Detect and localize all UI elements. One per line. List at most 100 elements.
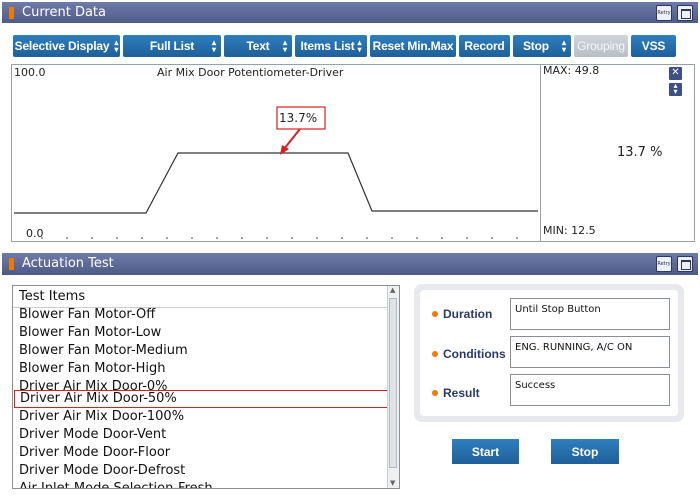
expand-icon[interactable]: ▴ ▾ (669, 82, 682, 96)
grouping-label: Grouping (577, 39, 625, 53)
test-items-list: Test Items Blower Fan Motor-Off Blower F… (12, 285, 400, 489)
test-details-inner: Duration Until Stop Button Conditions EN… (420, 290, 678, 416)
retry-icon[interactable]: Retry (656, 5, 672, 21)
test-details-panel: Duration Until Stop Button Conditions EN… (414, 284, 684, 422)
maximize-icon[interactable] (677, 256, 693, 272)
bullet-dot-icon (432, 390, 438, 396)
stop-data-button[interactable]: Stop ▴ ▾ (513, 35, 571, 57)
list-header: Test Items (19, 289, 86, 304)
retry-icon-label: Retry (657, 10, 671, 16)
spinner-arrows-icon: ▴ ▾ (561, 38, 566, 54)
current-value: 13.7 % (617, 145, 663, 160)
actuation-test-title: Actuation Test (22, 256, 114, 271)
x-tick (66, 237, 68, 239)
list-item[interactable]: Driver Mode Door-Defrost (19, 462, 185, 480)
result-value: Success (510, 374, 670, 406)
conditions-label: Conditions (432, 347, 506, 361)
record-button[interactable]: Record (459, 35, 510, 57)
x-tick (116, 237, 118, 239)
x-tick (291, 237, 293, 239)
x-tick (516, 237, 518, 239)
reset-min-max-button[interactable]: Reset Min.Max (370, 35, 456, 57)
scroll-thumb[interactable] (389, 298, 397, 468)
x-tick (241, 237, 243, 239)
callout-value: 13.7% (279, 111, 318, 125)
x-axis-ticks (41, 237, 518, 239)
reset-min-max-label: Reset Min.Max (372, 39, 454, 53)
conditions-value: ENG. RUNNING, A/C ON (510, 336, 670, 368)
data-graph-panel: 13.7% 100.0 Air Mix Door Potentiometer-D… (11, 64, 695, 242)
items-list-label: Items List (300, 39, 355, 53)
full-list-button[interactable]: Full List ▴ ▾ (123, 35, 221, 57)
list-item[interactable]: Driver Mode Door-Vent (19, 426, 166, 444)
text-label: Text (246, 39, 270, 53)
section-marker-icon (9, 7, 14, 19)
retry-icon[interactable]: Retry (656, 256, 672, 272)
spinner-arrows-icon: ▴ ▾ (114, 38, 119, 54)
x-tick (266, 237, 268, 239)
signal-graph (14, 106, 538, 239)
y-max-label: 100.0 (14, 66, 46, 79)
x-tick (166, 237, 168, 239)
result-label: Result (432, 386, 480, 400)
x-tick (416, 237, 418, 239)
duration-value: Until Stop Button (510, 298, 670, 330)
x-tick (216, 237, 218, 239)
current-data-titlebar: Current Data Retry (2, 2, 698, 24)
current-data-toolbar: Selective Display ▴ ▾ Full List ▴ ▾ Text ▴… (2, 23, 698, 63)
x-tick (366, 237, 368, 239)
text-button[interactable]: Text ▴ ▾ (224, 35, 292, 57)
list-item[interactable]: Blower Fan Motor-Low (19, 324, 161, 342)
vss-label: VSS (641, 39, 666, 53)
close-icon[interactable]: ✕ (669, 67, 682, 80)
list-item[interactable]: Blower Fan Motor-Off (19, 306, 155, 324)
grouping-button[interactable]: Grouping (574, 35, 628, 57)
duration-label-text: Duration (443, 307, 493, 321)
list-item-selected[interactable]: Driver Air Mix Door-50% (14, 390, 389, 408)
spinner-arrows-icon: ▴ ▾ (357, 38, 362, 54)
current-data-title: Current Data (22, 5, 106, 20)
x-tick (316, 237, 318, 239)
bullet-dot-icon (432, 351, 438, 357)
list-item[interactable]: Driver Air Mix Door-100% (19, 408, 184, 426)
record-label: Record (464, 39, 505, 53)
stop-data-label: Stop (523, 39, 549, 53)
y-min-label: 0.0 (26, 227, 44, 240)
graph-divider (540, 65, 541, 241)
maximize-icon[interactable] (677, 5, 693, 21)
conditions-label-text: Conditions (443, 347, 506, 361)
spinner-arrows-icon: ▴ ▾ (282, 38, 287, 54)
section-marker-icon (9, 258, 14, 270)
signal-name: Air Mix Door Potentiometer-Driver (157, 66, 344, 79)
list-scrollbar[interactable]: ▲ ▼ (387, 286, 399, 488)
bullet-dot-icon (432, 311, 438, 317)
duration-label: Duration (432, 307, 492, 321)
list-item[interactable]: Blower Fan Motor-Medium (19, 342, 188, 360)
scroll-up-icon[interactable]: ▲ (390, 286, 395, 294)
items-list-button[interactable]: Items List ▴ ▾ (295, 35, 367, 57)
x-tick (491, 237, 493, 239)
actuation-test-titlebar: Actuation Test Retry (2, 253, 698, 275)
callout-arrow (283, 128, 301, 150)
result-label-text: Result (443, 386, 480, 400)
selective-display-button[interactable]: Selective Display ▴ ▾ (13, 35, 120, 57)
stop-button[interactable]: Stop (551, 439, 619, 464)
signal-line (14, 152, 538, 214)
retry-icon-label: Retry (657, 261, 671, 267)
list-item[interactable]: Blower Fan Motor-High (19, 360, 166, 378)
list-item[interactable]: Air Inlet Mode Selection-Fresh (19, 480, 213, 488)
x-tick (141, 237, 143, 239)
x-tick (466, 237, 468, 239)
x-tick (391, 237, 393, 239)
x-tick (91, 237, 93, 239)
scroll-down-icon[interactable]: ▼ (390, 479, 395, 487)
vss-button[interactable]: VSS (631, 35, 676, 57)
full-list-label: Full List (149, 39, 195, 53)
selective-display-label: Selective Display (14, 39, 110, 53)
min-value-label: MIN: 12.5 (543, 224, 596, 237)
spinner-arrows-icon: ▴ ▾ (211, 38, 216, 54)
list-item[interactable]: Driver Mode Door-Floor (19, 444, 170, 462)
start-button[interactable]: Start (452, 439, 519, 464)
x-tick (341, 237, 343, 239)
x-tick (441, 237, 443, 239)
